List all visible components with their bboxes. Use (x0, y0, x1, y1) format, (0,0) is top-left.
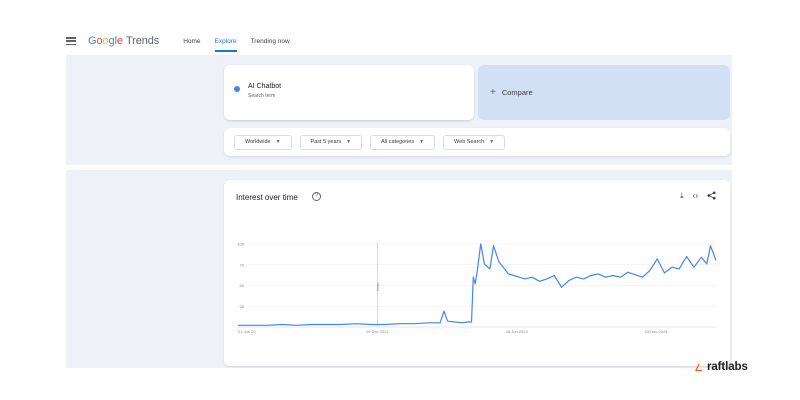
caret-down-icon: ▼ (419, 139, 425, 145)
filter-category-label: All categories (381, 139, 415, 145)
note-marker-label: Note (375, 282, 380, 291)
nav-home[interactable]: Home (183, 34, 200, 49)
interest-over-time-card: Interest over time ? ⤓ ‹› 25 50 75 100 21 Ju… (224, 180, 730, 366)
top-nav: Home Explore Trending now (183, 34, 290, 52)
chart-actions: ⤓ ‹› (680, 191, 716, 202)
caret-down-icon: ▼ (489, 139, 495, 145)
hamburger-menu-icon[interactable] (66, 37, 76, 45)
filter-category[interactable]: All categories ▼ (370, 134, 436, 150)
filter-time-range[interactable]: Past 5 years ▼ (299, 134, 363, 150)
y-tick-label: 75 (240, 262, 245, 267)
nav-trending-now[interactable]: Trending now (251, 34, 290, 49)
google-trends-logo[interactable]: Google Trends (88, 35, 159, 47)
caret-down-icon: ▼ (346, 139, 352, 145)
filter-region[interactable]: Worldwide ▼ (234, 134, 292, 150)
caret-down-icon: ▼ (275, 139, 281, 145)
filter-search-type[interactable]: Web Search ▼ (443, 134, 506, 150)
term-color-dot (234, 86, 240, 92)
x-tick-label: 21 Jun 20 (238, 329, 256, 334)
brand-name: raftlabs (707, 361, 748, 373)
embed-icon[interactable]: ‹› (693, 191, 698, 202)
interest-line-chart[interactable]: 25 50 75 100 21 Jun 20 19 Dec 2021 18 Jun 2023… (224, 232, 730, 366)
search-term-type: Search term (248, 93, 276, 99)
y-tick-label: 50 (240, 283, 245, 288)
search-term-label[interactable]: AI Chatbot (248, 83, 281, 90)
logo-e: e (116, 35, 123, 47)
x-tick-label: 15 Dec 2024 (645, 329, 668, 334)
help-icon[interactable]: ? (312, 192, 321, 201)
download-icon[interactable]: ⤓ (680, 191, 684, 202)
x-tick-label: 18 Jun 2023 (506, 329, 529, 334)
search-term-card[interactable]: AI Chatbot Search term (224, 65, 474, 120)
plus-icon: + (490, 87, 496, 98)
y-tick-label: 100 (237, 242, 244, 247)
filter-time-label: Past 5 years (310, 139, 342, 145)
y-tick-label: 25 (240, 304, 245, 309)
top-bar: Google Trends Home Explore Trending now (66, 30, 732, 52)
share-glyph (707, 191, 716, 200)
filter-search-type-label: Web Search (454, 139, 485, 145)
chart-title: Interest over time (236, 193, 298, 202)
nav-explore[interactable]: Explore (214, 34, 237, 52)
raftlabs-brand: raftlabs (694, 361, 748, 373)
series-line (238, 243, 717, 326)
filter-region-label: Worldwide (245, 139, 271, 145)
logo-product: Trends (125, 35, 160, 47)
screenshot-stage: Google Trends Home Explore Trending now A… (0, 0, 800, 400)
x-tick-label: 19 Dec 2021 (366, 329, 389, 334)
compare-label: Compare (501, 88, 533, 97)
raftlabs-logo-icon (694, 363, 703, 371)
filters-bar: Worldwide ▼ Past 5 years ▼ All categories ▼… (224, 128, 730, 156)
share-icon[interactable] (707, 191, 716, 202)
compare-button[interactable]: + Compare (478, 65, 730, 120)
